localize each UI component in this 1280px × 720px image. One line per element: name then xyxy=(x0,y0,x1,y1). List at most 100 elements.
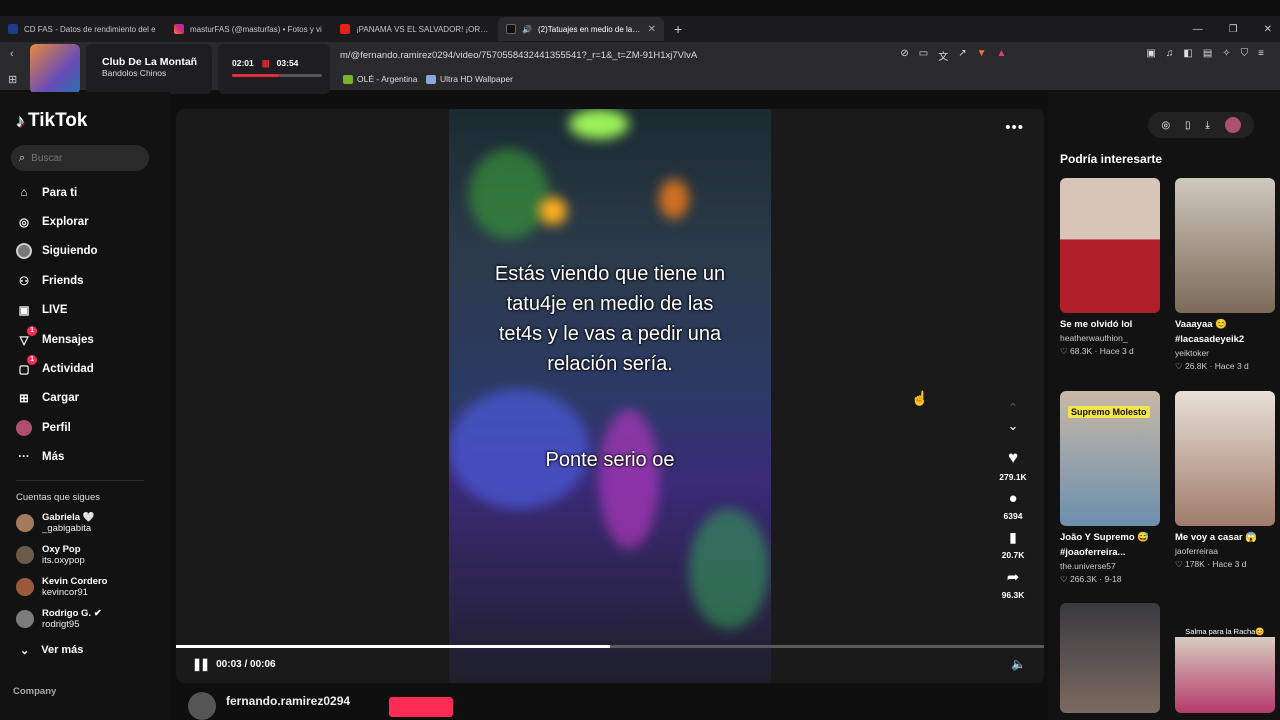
browser-tab-2[interactable]: masturFAS (@masturfas) • Fotos y vi xyxy=(166,17,332,41)
ole-icon xyxy=(343,74,353,84)
menu-icon[interactable]: ≡ xyxy=(1258,48,1264,63)
search-input[interactable] xyxy=(31,152,132,164)
card-stats: ♡ 68.3K · Hace 3 d xyxy=(1060,346,1134,356)
account-username: rodrigt95 xyxy=(42,619,80,630)
following-account[interactable]: Oxy Pop its.oxypop xyxy=(16,544,85,566)
apps-grid-icon[interactable]: ⊞ xyxy=(8,73,17,86)
card-stats: ♡ 178K · Hace 3 d xyxy=(1175,559,1247,569)
close-window-icon[interactable]: ✕ xyxy=(1264,24,1272,35)
sidebar-item-live[interactable]: ▣ LIVE xyxy=(16,302,68,318)
author-avatar[interactable] xyxy=(188,692,216,720)
recommended-video-card[interactable]: Supremo Molesto João Y Supremo 😅 #joaofe… xyxy=(1060,391,1160,586)
bookmark-wallpaper[interactable]: Ultra HD Wallpaper xyxy=(426,74,513,84)
thumbnail-overlay-text: Supremo Molesto xyxy=(1068,406,1150,418)
back-icon[interactable]: ‹ xyxy=(10,48,14,60)
caption-line: tet4s y le vas a pedir una xyxy=(498,323,722,345)
sidebar-item-mas[interactable]: ··· Más xyxy=(16,449,64,465)
phone-icon[interactable]: ▯ xyxy=(1185,120,1191,131)
browser-tab-bar: CD FAS - Datos de rendimiento del e mast… xyxy=(0,16,1280,42)
bookmark-ole[interactable]: OLÉ - Argentina xyxy=(343,74,417,84)
tiktok-logo[interactable]: ♪ TikTok xyxy=(16,110,87,132)
recommended-video-card[interactable]: Se me olvidó lol heatherwauthion_ ♡ 68.3… xyxy=(1060,178,1160,358)
author-name[interactable]: fernando.ramirez0294 xyxy=(226,694,350,708)
volume-icon[interactable]: 🔈 xyxy=(1011,657,1026,671)
video-thumbnail xyxy=(1060,178,1160,313)
more-icon: ··· xyxy=(18,451,30,463)
no-track-icon[interactable]: ⊘ xyxy=(900,48,908,63)
avatar xyxy=(16,578,34,596)
video-frame[interactable]: Estás viendo que tiene un tatu4je en med… xyxy=(449,109,771,683)
sidebar-item-cargar[interactable]: ⊞ Cargar xyxy=(16,390,79,406)
chevron-down-icon: ⌄ xyxy=(20,645,30,657)
company-link[interactable]: Company xyxy=(13,686,56,697)
sidebar-item-mensajes[interactable]: ▽ 1 Mensajes xyxy=(16,326,94,348)
download-icon[interactable]: ⤓ xyxy=(1205,120,1209,131)
share-button[interactable]: ➦ 96.3K xyxy=(1002,568,1025,600)
account-name: Rodrigo G. ✔ xyxy=(42,608,102,619)
recommendations-title: Podría interesarte xyxy=(1060,152,1163,166)
sidebar-item-friends[interactable]: ⚇ Friends xyxy=(16,273,84,289)
minimize-icon[interactable]: — xyxy=(1193,24,1203,35)
rewards-icon[interactable]: ▲ xyxy=(997,48,1007,63)
music-icon[interactable]: ♫ xyxy=(1166,48,1174,63)
browser-toolbar: ⊘ ▭ 文 ↗ ▼ ▲ ▣ ♫ ◧ ▤ ✧ ⛉ ≡ xyxy=(900,48,1264,63)
vpn-icon[interactable]: ⛉ xyxy=(1241,48,1249,63)
more-options-icon[interactable]: ••• xyxy=(1005,119,1024,136)
close-tab-icon[interactable]: ✕ xyxy=(648,24,656,35)
like-button[interactable]: ♥ 279.1K xyxy=(999,448,1026,482)
track-progress[interactable] xyxy=(232,74,322,77)
pause-icon[interactable]: ❚❚ xyxy=(192,657,210,671)
next-video-button[interactable]: ⌄ xyxy=(1008,418,1019,434)
home-icon: ⌂ xyxy=(20,187,28,199)
sidebar-item-siguiendo[interactable]: Siguiendo xyxy=(16,243,98,259)
user-avatar[interactable] xyxy=(1224,117,1241,133)
nav-label: Perfil xyxy=(42,422,71,434)
see-more-button[interactable]: ⌄ Ver más xyxy=(20,644,83,657)
cast-icon[interactable]: ▭ xyxy=(919,48,928,63)
track-info[interactable]: Club De La Montañ Bandolos Chinos xyxy=(86,44,212,94)
see-more-label: Ver más xyxy=(41,644,84,656)
friends-icon: ⚇ xyxy=(18,276,30,288)
url-field[interactable]: m/@fernando.ramirez0294/video/7570558432… xyxy=(340,50,697,61)
recommended-video-card[interactable] xyxy=(1060,603,1160,713)
new-tab-button[interactable]: + xyxy=(674,21,682,37)
browser-tab-3[interactable]: ¡PANAMÁ VS EL SALVADOR! ¡ORDA xyxy=(332,17,498,41)
card-user: jaoferreiraa xyxy=(1175,546,1218,556)
video-time: 00:03 / 00:06 xyxy=(216,658,276,670)
browser-tab-1[interactable]: CD FAS - Datos de rendimiento del e xyxy=(0,17,166,41)
comment-button[interactable]: ● 6394 xyxy=(1004,490,1023,521)
video-progress-bar[interactable] xyxy=(176,645,1044,648)
chevron-up-icon: ⌃ xyxy=(1008,402,1018,414)
caption-line: relación sería. xyxy=(547,353,673,375)
recommended-video-card[interactable]: Vaaayaa 😊 #lacasadeyeik2 yeiktoker ♡ 26.… xyxy=(1175,178,1275,373)
save-count: 20.7K xyxy=(1001,550,1025,560)
wallet-icon[interactable]: ▤ xyxy=(1203,48,1212,63)
thumbnail-overlay-text: Salma para la Racha😊 xyxy=(1185,627,1265,636)
recommended-video-card[interactable]: Salma para la Racha😊 xyxy=(1175,603,1275,713)
share-icon[interactable]: ↗ xyxy=(958,48,966,63)
previous-video-button[interactable]: ⌃ xyxy=(1008,401,1017,414)
sidebar-item-para-ti[interactable]: ⌂ Para ti xyxy=(16,185,78,201)
search-box[interactable]: ⌕ xyxy=(11,145,149,171)
following-account[interactable]: Gabriela 🤍 _gabigabita xyxy=(16,512,95,534)
sidebar-toggle-icon[interactable]: ▣ xyxy=(1146,48,1155,63)
follow-button[interactable] xyxy=(389,697,453,717)
sidebar-item-actividad[interactable]: ▢ 1 Actividad xyxy=(16,355,94,377)
maximize-icon[interactable]: ❐ xyxy=(1229,24,1238,35)
recommended-video-card[interactable]: Me voy a casar 😱 jaoferreiraa ♡ 178K · H… xyxy=(1175,391,1275,571)
time-elapsed: 02:01 xyxy=(232,58,254,68)
panel-icon[interactable]: ◧ xyxy=(1183,48,1192,63)
save-button[interactable]: ▮ 20.7K xyxy=(1002,529,1025,560)
sidebar-item-perfil[interactable]: Perfil xyxy=(16,420,71,436)
browser-tab-active[interactable]: 🔊 (2)Tatuajes en medio de las te ✕ xyxy=(498,17,664,41)
comment-count: 6394 xyxy=(1003,511,1023,521)
video-thumbnail xyxy=(1175,391,1275,526)
translate-icon[interactable]: 文 xyxy=(938,48,948,63)
sidebar-item-explorar[interactable]: ◎ Explorar xyxy=(16,214,89,230)
brave-shield-icon[interactable]: ▼ xyxy=(977,48,987,63)
following-account[interactable]: Rodrigo G. ✔ rodrigt95 xyxy=(16,608,102,630)
following-account[interactable]: Kevin Cordero kevincor91 xyxy=(16,576,107,598)
compass-icon[interactable]: ◎ xyxy=(1161,120,1170,131)
ai-icon[interactable]: ✧ xyxy=(1222,48,1230,63)
account-name: Kevin Cordero xyxy=(42,576,108,587)
